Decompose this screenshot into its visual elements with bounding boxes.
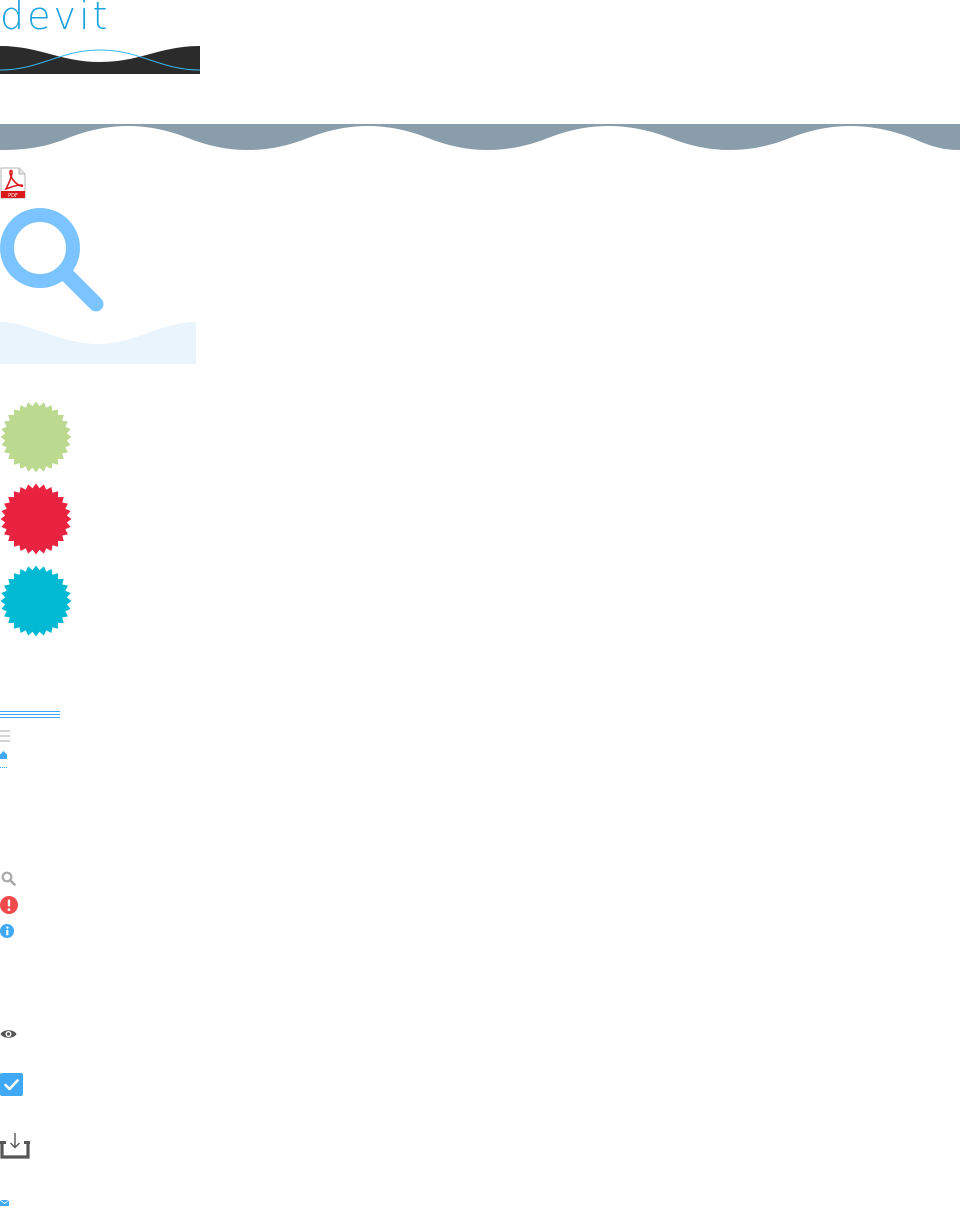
- info-icon: [0, 924, 14, 938]
- checkbox-icon[interactable]: [0, 1073, 23, 1096]
- logo-text[interactable]: devit: [0, 0, 110, 38]
- light-wave-decoration: [0, 322, 196, 364]
- eye-icon[interactable]: [0, 1028, 17, 1040]
- home-icon[interactable]: [0, 751, 7, 759]
- logo-wave-decoration: [0, 46, 200, 74]
- red-starburst-icon: [0, 483, 72, 555]
- magnifier-icon: [0, 208, 104, 312]
- green-starburst-icon: [0, 401, 72, 473]
- pdf-icon[interactable]: PDF: [0, 167, 26, 199]
- download-icon[interactable]: [0, 1133, 30, 1159]
- menu-lines-icon: [0, 711, 60, 718]
- banner-wave: [0, 124, 960, 150]
- teal-starburst-icon: [0, 565, 72, 637]
- mail-icon[interactable]: [0, 1200, 9, 1206]
- search-icon[interactable]: [1, 871, 16, 886]
- dotted-separator: [0, 767, 7, 768]
- pdf-label: PDF: [8, 193, 18, 199]
- hamburger-icon[interactable]: [0, 730, 10, 742]
- alert-icon: [0, 896, 18, 914]
- page: devit PDF: [0, 0, 960, 1208]
